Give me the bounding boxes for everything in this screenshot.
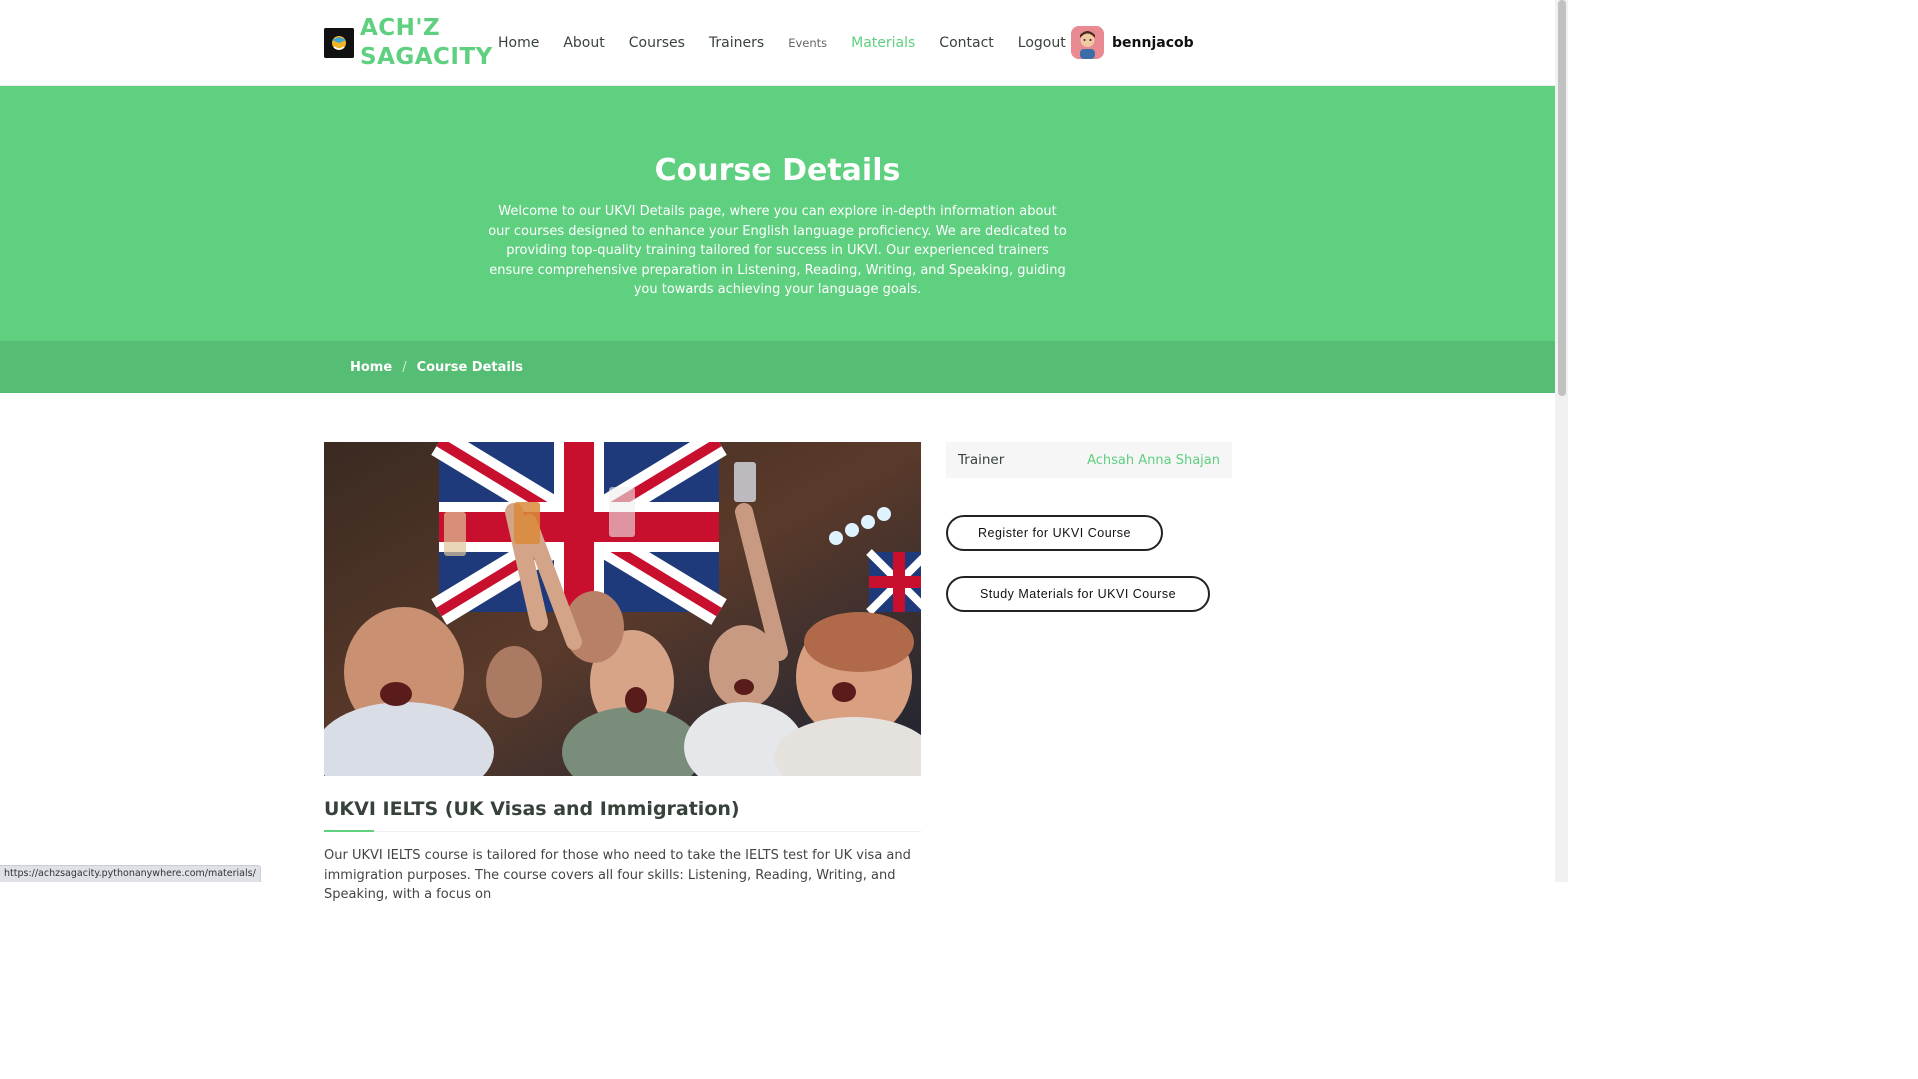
nav-logout[interactable]: Logout <box>1018 35 1066 51</box>
trainer-info: Trainer Achsah Anna Shajan <box>946 442 1232 478</box>
user-name: bennjacob <box>1112 34 1194 51</box>
trainer-label: Trainer <box>958 452 1005 468</box>
link-preview-status-bar: https://achzsagacity.pythonanywhere.com/… <box>0 865 261 882</box>
hero-description: Welcome to our UKVI Details page, where … <box>488 204 1067 298</box>
trainer-name[interactable]: Achsah Anna Shajan <box>1087 453 1220 468</box>
logo-text-line1: ACH'Z <box>360 15 441 41</box>
page-title: Course Details <box>654 153 901 188</box>
main-nav: Home About Courses Trainers Events Mater… <box>498 0 1090 86</box>
course-description: Our UKVI IELTS course is tailored for th… <box>324 848 911 902</box>
site-logo[interactable]: ACH'Z SAGACITY <box>324 14 493 72</box>
nav-about[interactable]: About <box>563 35 604 51</box>
register-course-button[interactable]: Register for UKVI Course <box>946 515 1163 551</box>
logo-text: ACH'Z SAGACITY <box>360 14 493 72</box>
title-accent <box>324 830 374 832</box>
breadcrumb: Home / Course Details <box>0 341 1555 393</box>
logo-icon <box>324 28 354 58</box>
nav-home[interactable]: Home <box>498 35 539 51</box>
course-image <box>324 442 921 776</box>
nav-materials[interactable]: Materials <box>851 35 915 51</box>
logo-text-line2: SAGACITY <box>360 44 493 70</box>
breadcrumb-home[interactable]: Home <box>350 360 392 375</box>
nav-courses[interactable]: Courses <box>629 35 685 51</box>
site-header: ACH'Z SAGACITY Home About Courses Traine… <box>0 0 1555 86</box>
hero-section: Course Details Welcome to our UKVI Detai… <box>0 86 1555 341</box>
breadcrumb-current: Course Details <box>416 359 524 375</box>
nav-events[interactable]: Events <box>788 36 827 50</box>
nav-trainers[interactable]: Trainers <box>709 35 764 51</box>
user-menu[interactable]: bennjacob <box>1071 26 1194 59</box>
breadcrumb-separator: / <box>402 359 407 375</box>
title-divider <box>324 831 921 832</box>
page-scrollbar[interactable] <box>1555 0 1568 882</box>
nav-contact[interactable]: Contact <box>939 35 993 51</box>
study-materials-button[interactable]: Study Materials for UKVI Course <box>946 576 1210 612</box>
avatar <box>1071 26 1104 59</box>
course-title: UKVI IELTS (UK Visas and Immigration) <box>324 798 740 820</box>
scrollbar-thumb[interactable] <box>1558 0 1566 396</box>
